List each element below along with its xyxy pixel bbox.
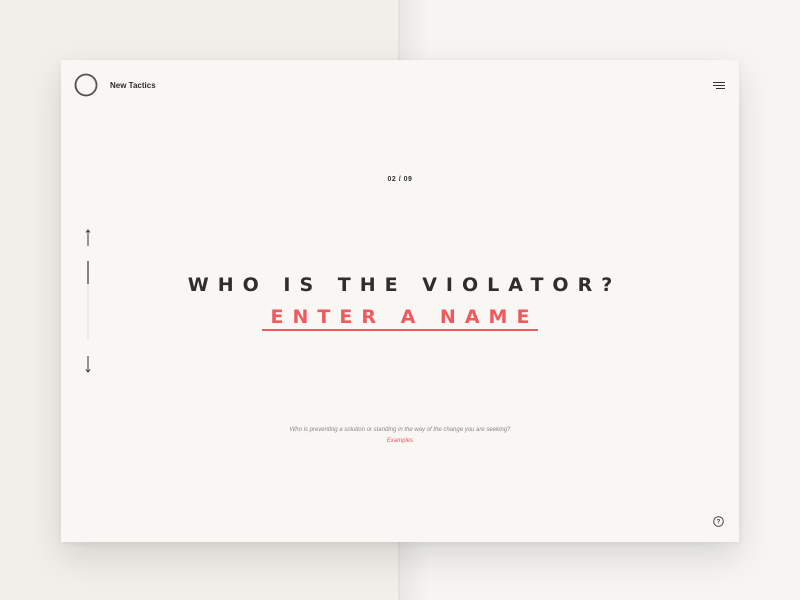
brand-name[interactable]: New Tactics xyxy=(110,81,156,90)
main-card: New Tactics 02 / 09 WHO IS THE VIOLATOR?… xyxy=(61,60,739,542)
question-heading: WHO IS THE VIOLATOR? xyxy=(187,274,622,296)
name-input[interactable]: ENTER A NAME xyxy=(261,306,539,331)
examples-wrapper: Examples xyxy=(61,438,739,444)
arrow-up-icon[interactable] xyxy=(83,228,93,248)
hint-text: Who is preventing a solution or standing… xyxy=(289,427,511,433)
step-counter: 02 / 09 xyxy=(387,176,413,183)
circle-logo-icon[interactable] xyxy=(74,73,98,97)
svg-text:?: ? xyxy=(717,520,721,526)
examples-link[interactable]: Examples xyxy=(387,438,413,444)
step-navigation xyxy=(83,228,93,374)
arrow-down-icon[interactable] xyxy=(83,354,93,374)
hamburger-menu-icon[interactable] xyxy=(713,82,725,91)
question-mark-icon[interactable]: ? xyxy=(713,516,724,527)
answer-field-wrapper: ENTER A NAME xyxy=(61,306,739,331)
